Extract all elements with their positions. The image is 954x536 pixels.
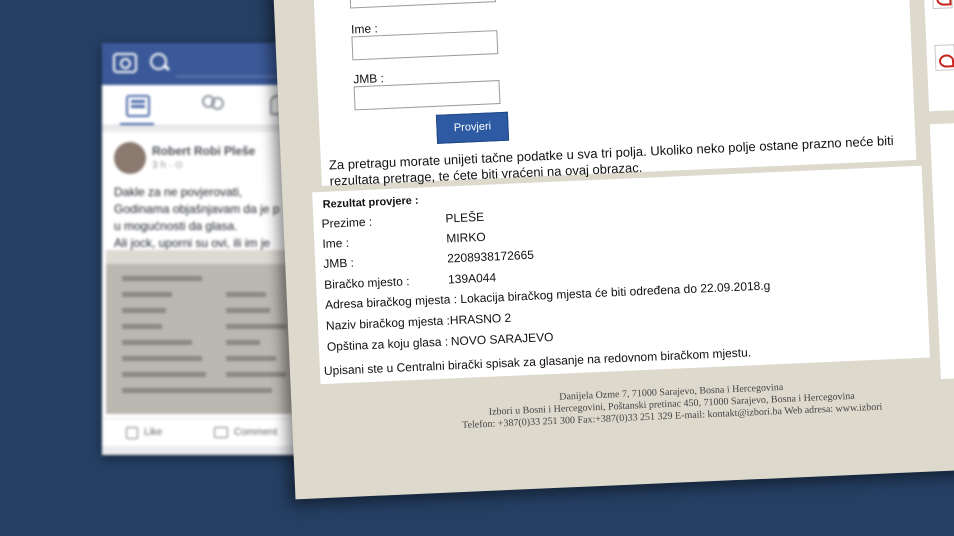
result-label: Adresa biračkog mjesta : xyxy=(324,292,458,312)
screenshot-row xyxy=(226,340,260,345)
result-label: Biračko mjesto : xyxy=(323,274,410,292)
result-label: Prezime : xyxy=(321,214,373,231)
result-panel: Rezultat provjere : Prezime : PLEŠE Ime :… xyxy=(312,165,930,385)
search-form-panel: Ime : JMB : Provjeri Za pretragu morate … xyxy=(304,0,917,189)
camera-icon[interactable] xyxy=(113,53,137,73)
ime-label: Ime : xyxy=(350,21,379,37)
ime-field[interactable] xyxy=(351,30,499,61)
result-value: PLEŠE xyxy=(445,209,485,226)
result-value: Lokacija biračkog mjesta će biti određen… xyxy=(460,278,771,306)
friends-icon[interactable] xyxy=(202,95,224,115)
screenshot-row xyxy=(122,324,162,329)
search-icon[interactable] xyxy=(150,53,167,70)
result-row: Opština za koju glasa : NOVO SARAJEVO xyxy=(327,330,554,354)
screenshot-row xyxy=(122,356,202,361)
post-author[interactable]: Robert Robi Pleše xyxy=(152,144,255,158)
result-row: Ime : MIRKO xyxy=(322,230,486,251)
screenshot-row xyxy=(122,292,172,297)
screenshot-row xyxy=(226,372,286,377)
result-label: Opština za koju glasa : xyxy=(326,334,449,354)
result-value: HRASNO 2 xyxy=(449,310,512,328)
result-value: 2208938172665 xyxy=(446,247,535,266)
result-row: JMB : 2208938172665 xyxy=(323,248,534,271)
result-label: Ime : xyxy=(322,235,350,251)
sidebar-documents-panel: Iz O iz d xyxy=(914,0,954,112)
sidebar-panel xyxy=(929,119,954,380)
result-value: 139A044 xyxy=(447,270,497,287)
news-feed-icon[interactable] xyxy=(126,95,150,117)
screenshot-row xyxy=(122,388,272,393)
post-time: 3 h · ⊙ xyxy=(152,160,184,171)
screenshot-row xyxy=(226,308,270,313)
screenshot-row xyxy=(122,340,192,345)
result-label: JMB : xyxy=(322,255,355,271)
thumbs-up-icon[interactable] xyxy=(126,427,138,439)
result-label: Naziv biračkog mjesta : xyxy=(325,313,451,333)
result-value: NOVO SARAJEVO xyxy=(450,329,554,349)
comment-button[interactable]: Comment xyxy=(234,427,277,438)
screenshot-row xyxy=(226,292,266,297)
provjeri-button[interactable]: Provjeri xyxy=(435,111,510,144)
screenshot-row xyxy=(226,356,276,361)
result-row: Biračko mjesto : 139A044 xyxy=(324,270,496,291)
screenshot-row xyxy=(122,276,202,281)
pdf-icon[interactable] xyxy=(931,0,953,10)
screenshot-row xyxy=(122,308,166,313)
like-button[interactable]: Like xyxy=(144,427,162,438)
pdf-icon[interactable] xyxy=(934,44,954,72)
result-title: Rezultat provjere : xyxy=(322,194,419,211)
comment-icon[interactable] xyxy=(214,427,228,438)
screenshot-row xyxy=(226,324,286,329)
screenshot-row xyxy=(122,372,206,377)
avatar[interactable] xyxy=(114,142,146,174)
result-row: Naziv biračkog mjesta :HRASNO 2 xyxy=(326,311,512,333)
surname-field[interactable] xyxy=(349,0,497,9)
jmb-field[interactable] xyxy=(353,80,501,111)
active-tab-indicator xyxy=(120,123,154,125)
jmb-label: JMB : xyxy=(352,71,385,87)
result-value: MIRKO xyxy=(445,229,486,246)
voter-registry-document: Ime : JMB : Provjeri Za pretragu morate … xyxy=(265,0,954,500)
result-row: Prezime : PLEŠE xyxy=(321,210,484,231)
